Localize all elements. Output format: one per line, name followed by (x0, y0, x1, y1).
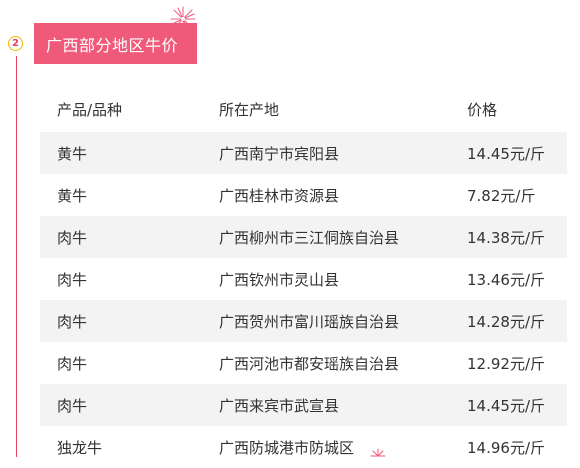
table-row: 黄牛 广西南宁市宾阳县 14.45元/斤 (40, 132, 567, 174)
cell-price: 14.96元/斤 (467, 438, 545, 457)
cell-product: 肉牛 (40, 300, 219, 342)
header-origin: 所在产地 (219, 100, 280, 119)
cell-price: 12.92元/斤 (467, 354, 545, 373)
table-row: 肉牛 广西河池市都安瑶族自治县 12.92元/斤 (40, 342, 567, 384)
table-row: 独龙牛 广西防城港市防城区 14.96元/斤 (40, 426, 567, 468)
timeline-line (16, 56, 17, 457)
cell-price: 13.46元/斤 (467, 270, 545, 289)
cell-product: 肉牛 (40, 216, 219, 258)
cell-origin: 广西来宾市武宣县 (219, 384, 467, 426)
cell-price: 14.45元/斤 (467, 132, 567, 174)
header-product: 产品/品种 (57, 100, 123, 119)
cell-origin: 广西贺州市富川瑶族自治县 (219, 300, 467, 342)
header-price: 价格 (467, 100, 498, 119)
cell-origin: 广西钦州市灵山县 (219, 270, 340, 289)
section-title-text: 广西部分地区牛价 (46, 35, 179, 55)
cell-origin: 广西河池市都安瑶族自治县 (219, 354, 400, 373)
table-row: 肉牛 广西来宾市武宣县 14.45元/斤 (40, 384, 567, 426)
cell-product: 肉牛 (57, 354, 88, 373)
cell-price: 7.82元/斤 (467, 186, 536, 205)
cell-product: 黄牛 (40, 132, 219, 174)
firework-icon (170, 6, 196, 32)
table-header-row: 产品/品种 所在产地 价格 (40, 86, 567, 132)
cell-product: 独龙牛 (57, 438, 103, 457)
cell-price: 14.38元/斤 (467, 216, 567, 258)
price-table: 产品/品种 所在产地 价格 黄牛 广西南宁市宾阳县 14.45元/斤 黄牛 广西… (40, 86, 567, 468)
table-row: 肉牛 广西贺州市富川瑶族自治县 14.28元/斤 (40, 300, 567, 342)
cell-product: 肉牛 (40, 384, 219, 426)
table-row: 黄牛 广西桂林市资源县 7.82元/斤 (40, 174, 567, 216)
table-row: 肉牛 广西柳州市三江侗族自治县 14.38元/斤 (40, 216, 567, 258)
cell-product: 肉牛 (57, 270, 88, 289)
cell-price: 14.45元/斤 (467, 384, 567, 426)
cell-price: 14.28元/斤 (467, 300, 567, 342)
cell-origin: 广西桂林市资源县 (219, 186, 340, 205)
cell-origin: 广西防城港市防城区 (219, 438, 355, 457)
cell-origin: 广西柳州市三江侗族自治县 (219, 216, 467, 258)
cell-origin: 广西南宁市宾阳县 (219, 132, 467, 174)
table-row: 肉牛 广西钦州市灵山县 13.46元/斤 (40, 258, 567, 300)
cell-product: 黄牛 (57, 186, 88, 205)
step-number-badge: 2 (8, 36, 23, 51)
